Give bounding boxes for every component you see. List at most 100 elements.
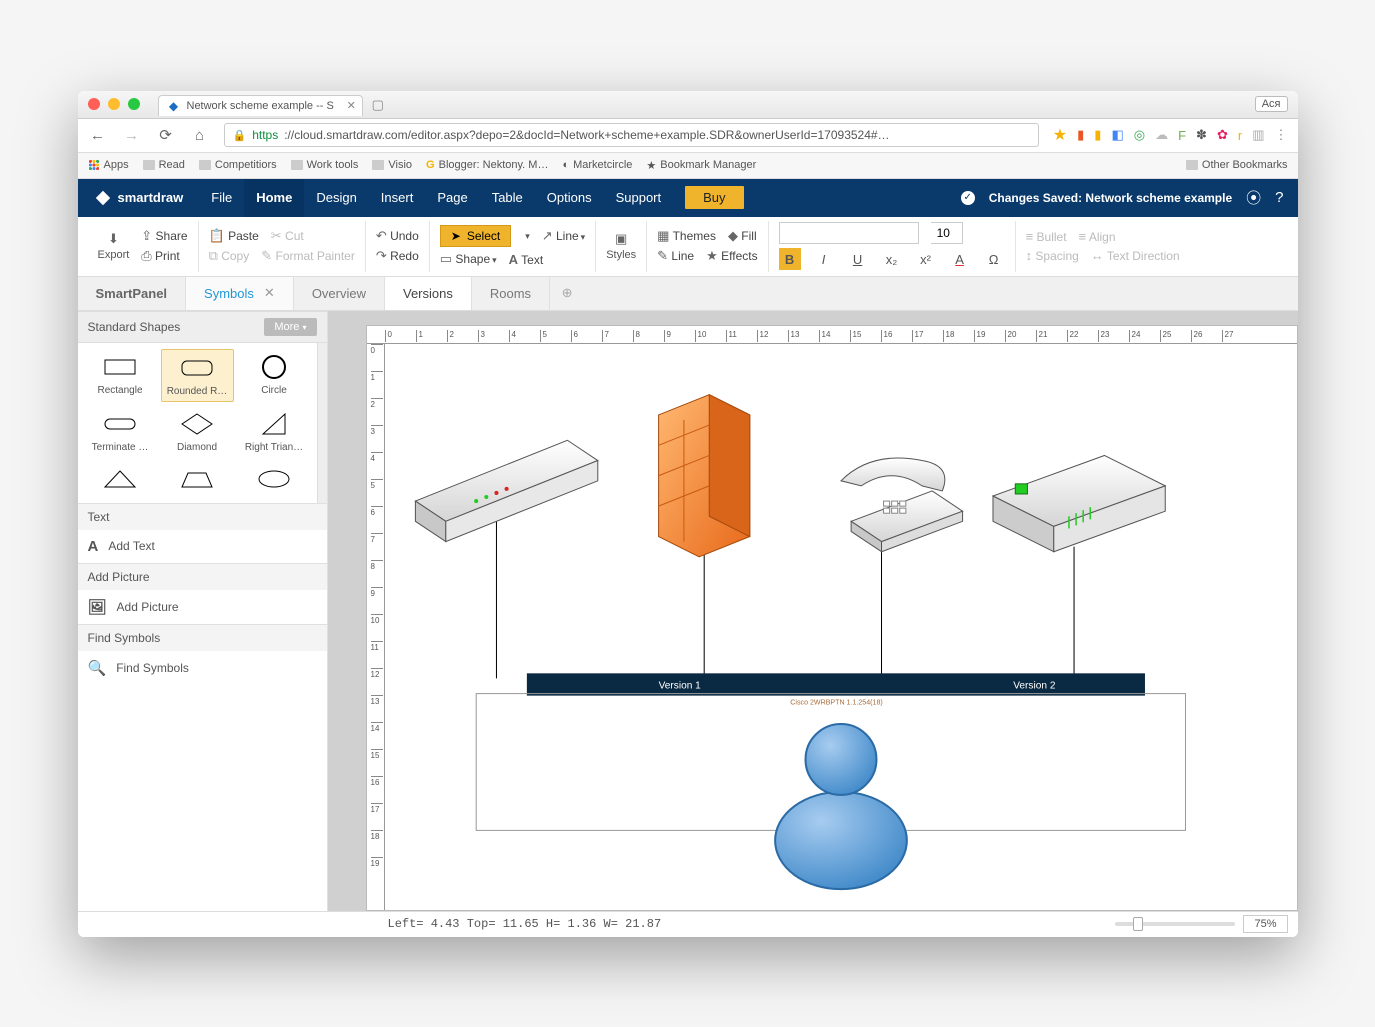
text-tool-button[interactable]: A Text [509,252,544,267]
bold-button[interactable]: B [779,248,801,270]
line-style-button[interactable]: ✎ Line [657,248,694,264]
zoom-slider-thumb[interactable] [1133,917,1143,931]
tab-symbols[interactable]: Symbols✕ [186,277,294,310]
bookmark-item[interactable]: Competitiors [199,159,277,171]
underline-button[interactable]: U [847,248,869,270]
tab-overview[interactable]: Overview [294,277,385,310]
drawing-canvas[interactable]: 0123456789101112131415161718192021222324… [366,325,1298,911]
font-family-input[interactable] [779,222,919,244]
text-direction-button[interactable]: ↔ Text Direction [1091,248,1180,263]
bookmark-item[interactable]: ★Bookmark Manager [646,159,756,172]
export-button[interactable]: ⬇Export [98,231,130,261]
extension-icon[interactable]: ✿ [1217,127,1228,143]
nav-forward-button[interactable]: → [122,127,142,144]
url-omnibox[interactable]: 🔒 https ://cloud.smartdraw.com/editor.as… [224,123,1039,147]
extension-icon[interactable]: ▮ [1077,127,1084,143]
nav-reload-button[interactable]: ⟳ [156,126,176,144]
copy-button[interactable]: ⧉ Copy [209,248,250,264]
extension-icon[interactable]: ▮ [1094,127,1101,143]
bookmark-item[interactable]: Read [143,159,185,171]
menu-file[interactable]: File [199,179,244,217]
help-icon[interactable]: ? [1275,189,1283,206]
menu-home[interactable]: Home [244,179,304,217]
add-text-button[interactable]: AAdd Text [78,530,327,563]
close-window-button[interactable] [88,98,100,110]
menu-design[interactable]: Design [304,179,368,217]
home-icon[interactable]: ⌂ [190,127,210,144]
bookmark-item[interactable]: Work tools [291,159,359,171]
bookmark-item[interactable]: GBlogger: Nektony. M… [426,159,548,171]
format-painter-button[interactable]: ✎ Format Painter [261,248,355,264]
extension-icon[interactable]: ▥ [1252,127,1264,143]
find-symbols-button[interactable]: 🔍Find Symbols [78,651,327,685]
fill-button[interactable]: ◆ Fill [728,228,757,244]
shape-ellipse[interactable] [238,461,311,497]
select-tool-button[interactable]: ➤Select [440,225,511,247]
other-bookmarks[interactable]: Other Bookmarks [1186,159,1288,171]
chevron-down-icon[interactable]: ▾ [492,255,497,265]
superscript-button[interactable]: x² [915,248,937,270]
menu-table[interactable]: Table [480,179,535,217]
shape-rectangle[interactable]: Rectangle [84,349,157,402]
shape-terminate[interactable]: Terminate … [84,406,157,457]
styles-button[interactable]: ▣Styles [606,231,636,261]
browser-tab-active[interactable]: ◆ Network scheme example -- S ✕ [158,95,363,116]
chat-icon[interactable]: ⦿ [1246,187,1261,208]
print-button[interactable]: ⎙ Print [141,248,187,264]
menu-options[interactable]: Options [535,179,604,217]
extension-icon[interactable]: r [1238,128,1242,143]
chrome-user-badge[interactable]: Ася [1255,96,1288,112]
extension-icon[interactable]: ✽ [1196,127,1207,143]
shape-diamond[interactable]: Diamond [161,406,234,457]
panel-scrollbar[interactable] [317,343,327,503]
buy-button[interactable]: Buy [685,186,743,209]
subscript-button[interactable]: x₂ [881,248,903,270]
extension-icon[interactable]: ◧ [1111,127,1123,143]
shape-right-triangle[interactable]: Right Trian… [238,406,311,457]
tab-rooms[interactable]: Rooms [472,277,550,310]
chrome-menu-icon[interactable]: ⋮ [1275,127,1288,143]
undo-button[interactable]: ↶ Undo [376,228,419,244]
line-tool-button[interactable]: ↗ Line▾ [542,228,585,244]
menu-insert[interactable]: Insert [369,179,426,217]
spacing-button[interactable]: ↕ Spacing [1026,248,1079,263]
nav-back-button[interactable]: ← [88,127,108,144]
bookmark-item[interactable]: ◐Marketcircle [562,159,632,171]
more-shapes-button[interactable]: More ▾ [264,318,316,336]
chevron-down-icon[interactable]: ▾ [581,232,586,242]
tab-smartpanel[interactable]: SmartPanel [78,277,187,310]
extension-icon[interactable]: ◎ [1134,127,1145,143]
zoom-percentage[interactable]: 75% [1243,915,1287,933]
extension-icon[interactable]: ☁ [1155,127,1168,143]
maximize-window-button[interactable] [128,98,140,110]
share-button[interactable]: ⇪ Share [141,228,187,244]
close-icon[interactable]: ✕ [264,285,275,301]
chevron-down-icon[interactable]: ▾ [525,231,530,242]
brand-logo[interactable]: smartdraw [78,189,200,207]
italic-button[interactable]: I [813,248,835,270]
menu-support[interactable]: Support [604,179,674,217]
align-button[interactable]: ≡ Align [1079,229,1116,244]
font-size-input[interactable] [931,222,963,244]
shape-rounded-rect[interactable]: Rounded R… [161,349,234,402]
canvas-svg[interactable]: Version 1 Version 2 Cisco 2WRBPTN 1.1.25… [385,344,1297,891]
bookmark-star-icon[interactable]: ★ [1053,125,1067,145]
themes-button[interactable]: ▦ Themes [657,228,716,244]
new-tab-button[interactable]: ▢ [367,95,389,115]
effects-button[interactable]: ★ Effects [706,248,757,264]
shape-triangle[interactable] [84,461,157,497]
menu-page[interactable]: Page [425,179,479,217]
cut-button[interactable]: ✂ Cut [271,228,304,244]
bookmark-item[interactable]: Visio [372,159,412,171]
shape-circle[interactable]: Circle [238,349,311,402]
add-tab-button[interactable]: ⊕ [550,277,584,310]
shape-tool-button[interactable]: ▭ Shape▾ [440,251,497,267]
add-picture-button[interactable]: 🖼Add Picture [78,590,327,624]
paste-button[interactable]: 📋 Paste [209,228,259,244]
omega-button[interactable]: Ω [983,248,1005,270]
shape-trapezoid[interactable] [161,461,234,497]
zoom-slider[interactable] [1115,922,1235,926]
tab-versions[interactable]: Versions [385,277,472,310]
tab-close-icon[interactable]: ✕ [347,99,356,112]
bookmark-apps[interactable]: Apps [88,159,129,171]
